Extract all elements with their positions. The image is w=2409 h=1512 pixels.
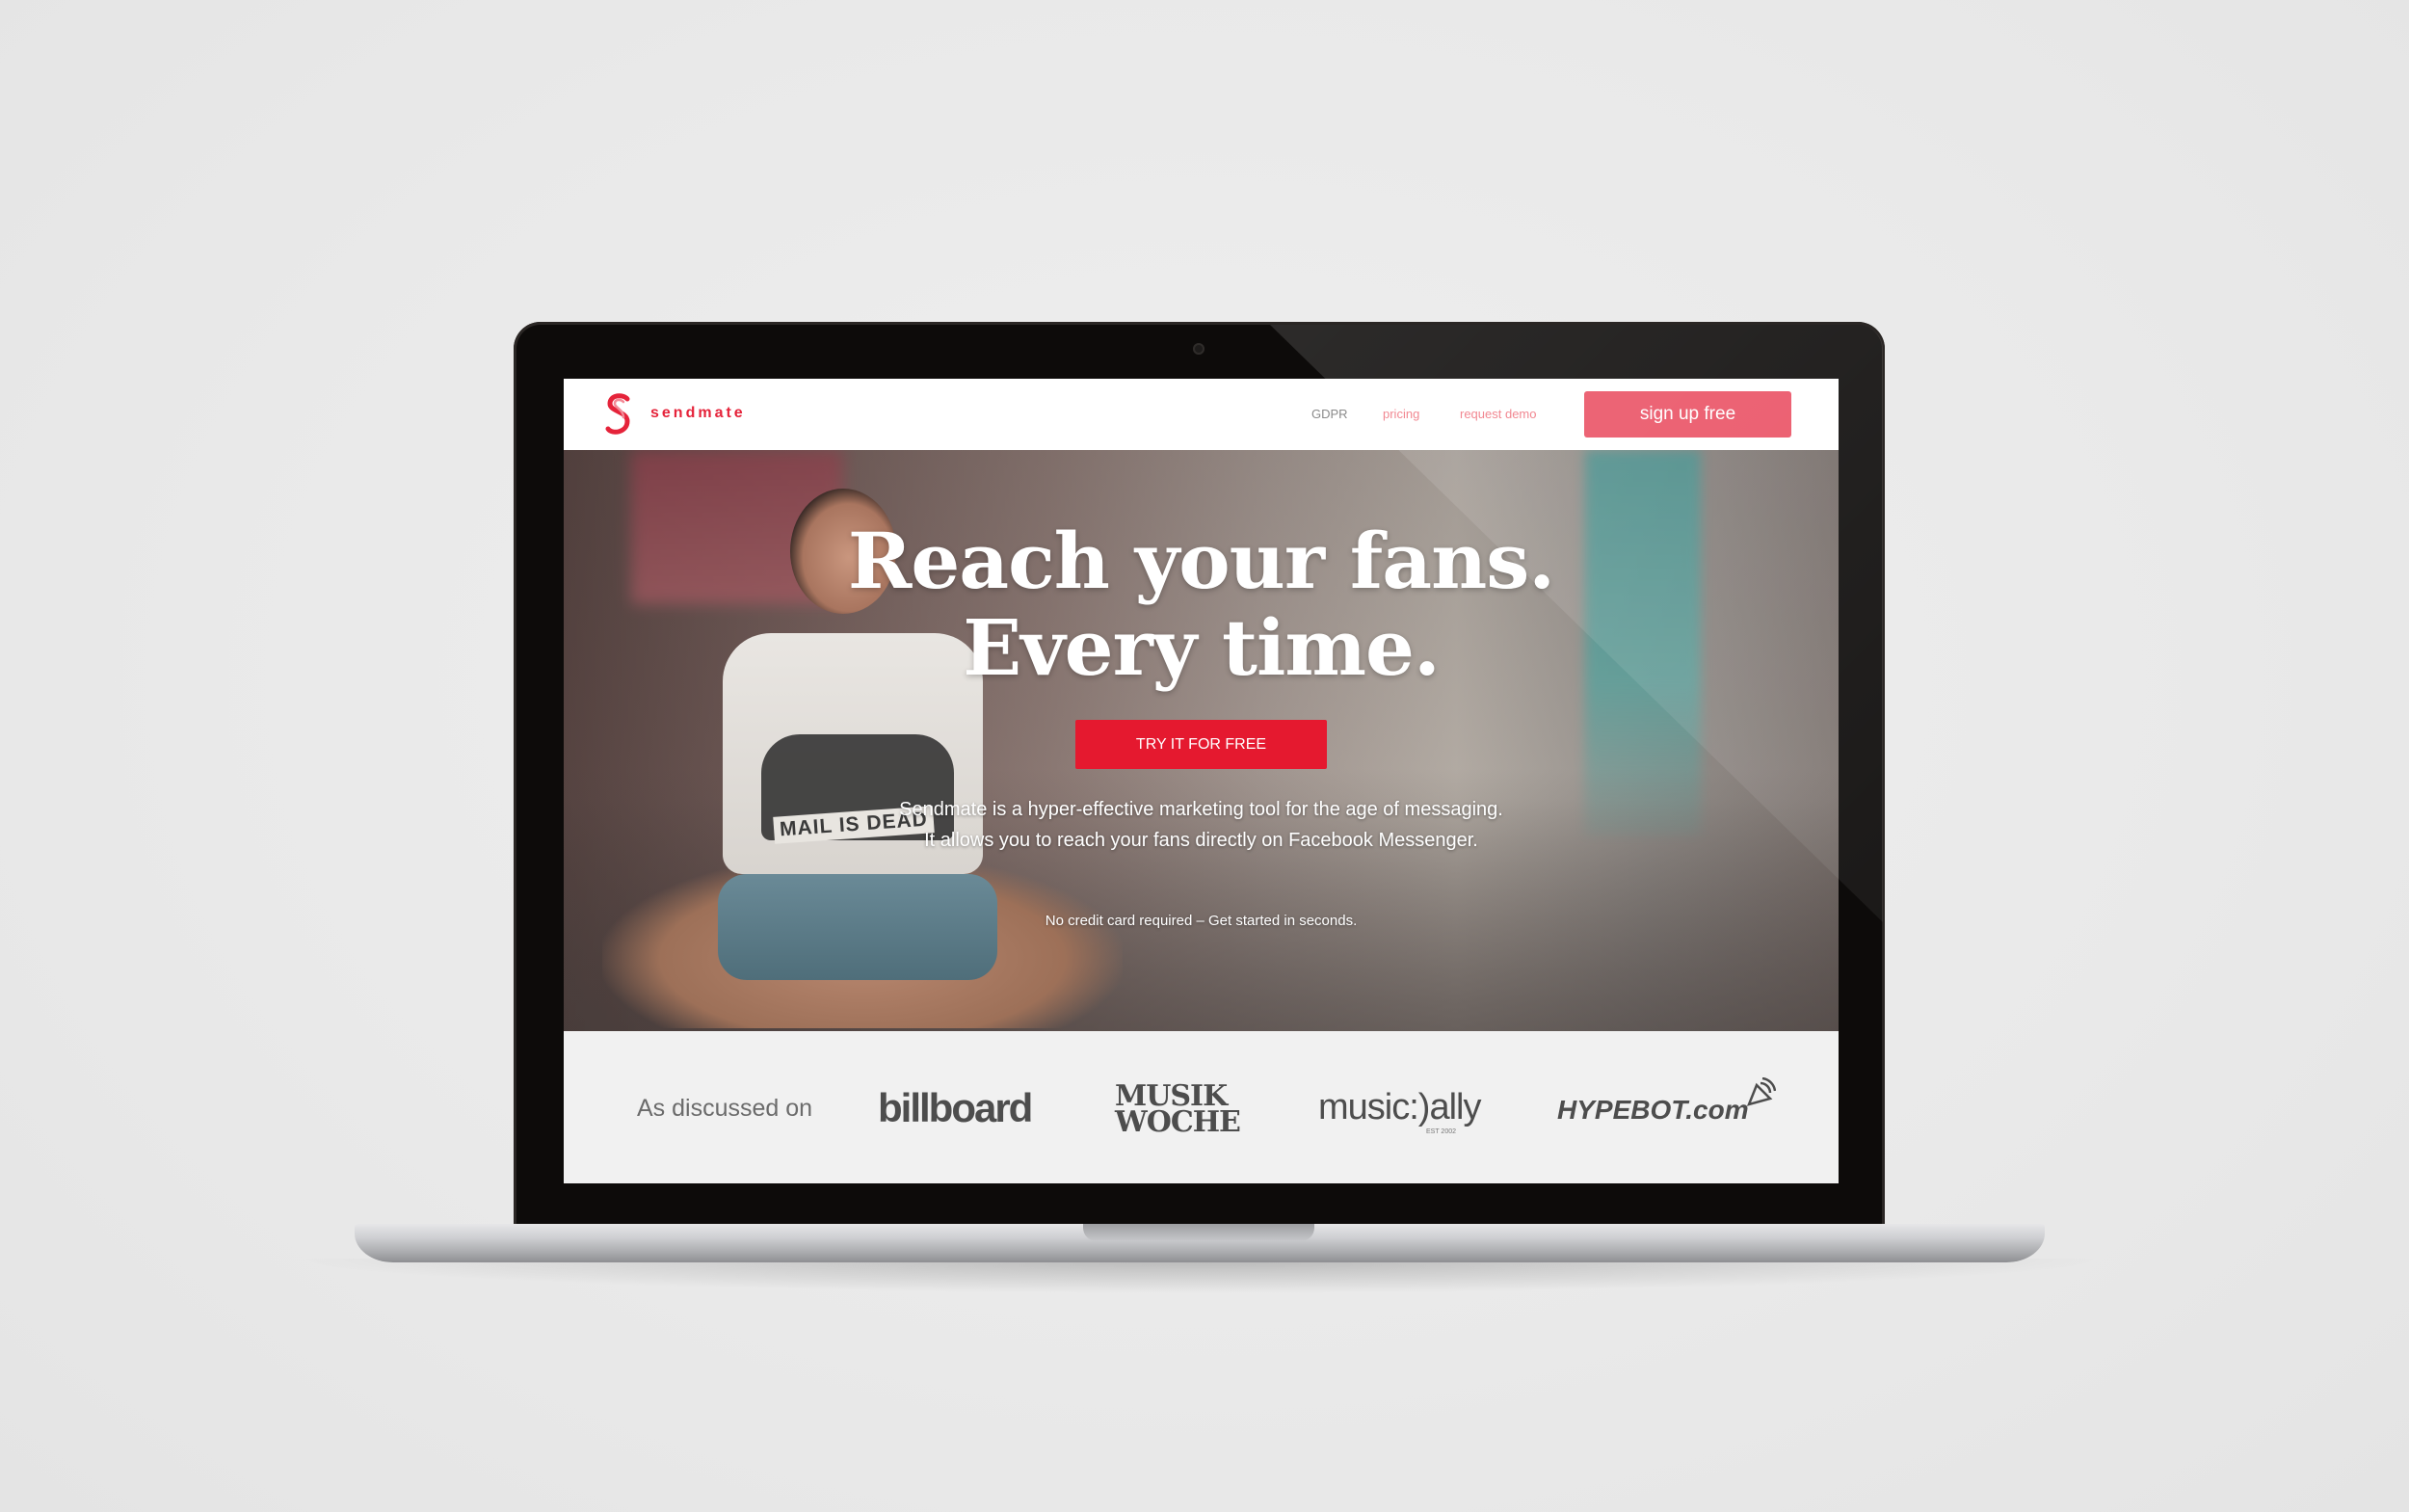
hero-headline-line1: Reach your fans.	[847, 516, 1555, 606]
hero-description-line1: Sendmate is a hyper-effective marketing …	[899, 799, 1503, 820]
top-navbar: sendmate GDPR pricing request demo sign …	[564, 379, 1839, 450]
try-free-button[interactable]: TRY IT FOR FREE	[1075, 720, 1327, 769]
hero-note: No credit card required – Get started in…	[1045, 913, 1358, 929]
hypebot-logo: HYPEBOT.com	[1557, 1095, 1749, 1125]
hero-description-line2: It allows you to reach your fans directl…	[924, 830, 1478, 851]
nav-link-gdpr[interactable]: GDPR	[1311, 407, 1348, 421]
musically-logo: music:)ally	[1318, 1087, 1481, 1127]
press-label: As discussed on	[637, 1095, 813, 1122]
laptop-shadow	[289, 1259, 2110, 1293]
hero-description: Sendmate is a hyper-effective marketing …	[564, 794, 1839, 856]
press-strip: As discussed on billboard MUSIK WOCHE mu…	[564, 1031, 1839, 1183]
signup-button[interactable]: sign up free	[1584, 391, 1791, 438]
musikwoche-logo: MUSIK WOCHE	[1115, 1082, 1241, 1139]
broadcast-icon	[1746, 1077, 1776, 1106]
nav-link-pricing[interactable]: pricing	[1383, 407, 1419, 421]
laptop-notch	[1083, 1224, 1314, 1241]
musikwoche-logo-line2: WOCHE	[1115, 1105, 1241, 1139]
browser-screen: sendmate GDPR pricing request demo sign …	[564, 379, 1839, 1183]
hero-headline: Reach your fans. Every time.	[564, 517, 1839, 691]
hero-section: MAIL IS DEAD Reach your fans. Every time…	[564, 450, 1839, 1031]
nav-link-request-demo[interactable]: request demo	[1460, 407, 1537, 421]
camera-icon	[1193, 343, 1204, 355]
billboard-logo: billboard	[878, 1085, 1033, 1130]
sendmate-logo-icon[interactable]	[602, 392, 635, 437]
musically-logo-sub: EST 2002	[1426, 1128, 1457, 1135]
brand-name[interactable]: sendmate	[650, 405, 746, 422]
hero-headline-line2: Every time.	[963, 602, 1441, 693]
